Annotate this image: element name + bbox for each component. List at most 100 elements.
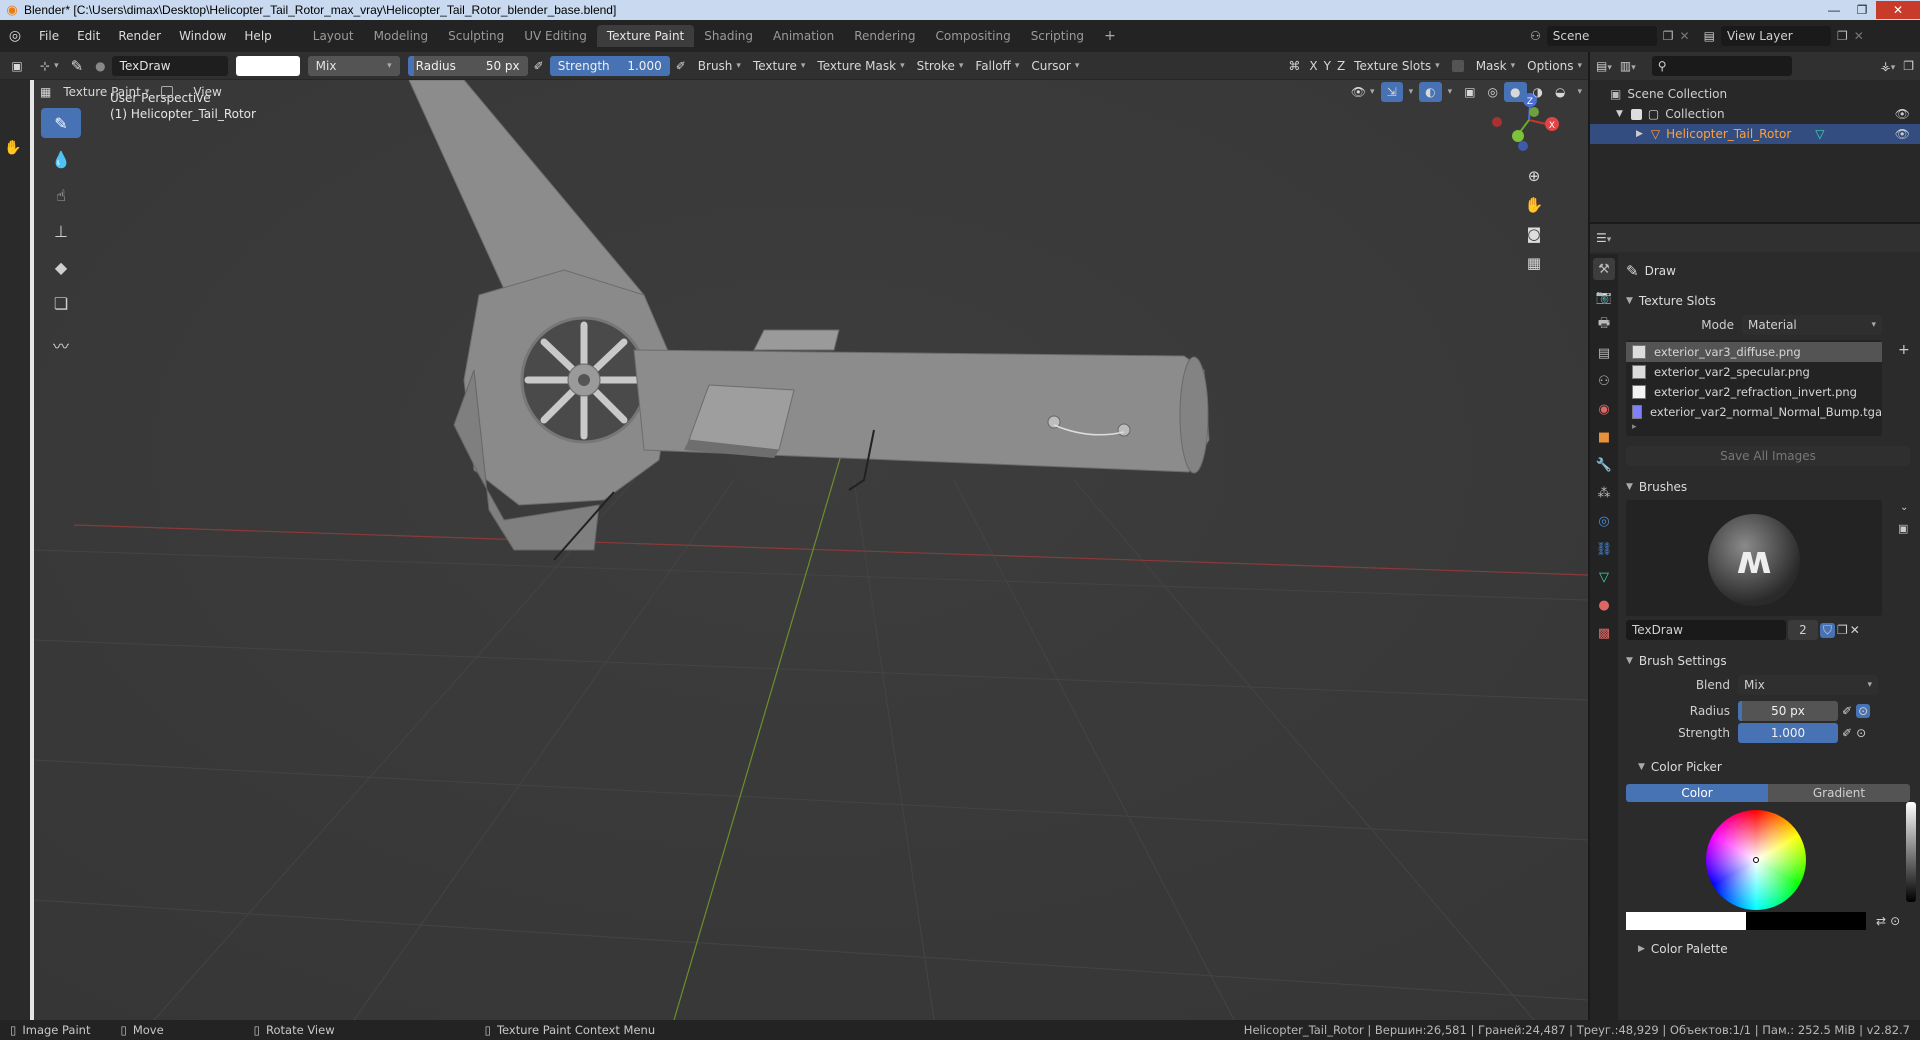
- brush-datablock-name[interactable]: TexDraw: [1626, 620, 1786, 640]
- constraints-tab-icon[interactable]: ⛓: [1593, 538, 1615, 560]
- mask-menu[interactable]: Mask ▾: [1470, 56, 1521, 76]
- tab-sculpting[interactable]: Sculpting: [438, 25, 514, 47]
- gizmo-toggle-icon[interactable]: ⇲: [1380, 82, 1403, 102]
- mode-icon[interactable]: ▦: [34, 82, 57, 102]
- radius-unit-icon[interactable]: ⊙: [1856, 704, 1871, 718]
- tab-layout[interactable]: Layout: [303, 25, 364, 47]
- outliner-object-row[interactable]: ▶ ▽ Helicopter_Tail_Rotor ▽ 👁: [1590, 124, 1920, 144]
- brush-preview[interactable]: ʍ ⌄ ▣: [1626, 500, 1908, 616]
- texture-mask-menu[interactable]: Texture Mask ▾: [811, 56, 910, 76]
- tab-animation[interactable]: Animation: [763, 25, 844, 47]
- texture-slot-item[interactable]: exterior_var2_specular.png: [1626, 362, 1882, 382]
- color-picker-panel-header[interactable]: ▼ Color Picker: [1620, 754, 1920, 780]
- strength-pressure-icon[interactable]: ✐: [670, 56, 692, 76]
- material-tab-icon[interactable]: ●: [1593, 594, 1615, 616]
- texture-mode-dropdown[interactable]: Material ▾: [1742, 315, 1882, 335]
- tab-modeling[interactable]: Modeling: [364, 25, 439, 47]
- clone-tool-icon[interactable]: ⊥: [41, 216, 81, 246]
- radius-pressure-icon[interactable]: ✐: [528, 56, 550, 76]
- output-tab-icon[interactable]: 🖶: [1593, 314, 1615, 336]
- 3d-viewport[interactable]: Z X User Perspective (1) Helicopter_Tail…: [34, 80, 1588, 1020]
- mirror-y-button[interactable]: Y: [1321, 56, 1334, 76]
- collection-visibility-icon[interactable]: 👁: [1895, 107, 1910, 121]
- color-tab[interactable]: Color: [1626, 784, 1768, 802]
- view-layer-field[interactable]: View Layer: [1720, 26, 1831, 46]
- symmetry-icon[interactable]: ⌘: [1282, 56, 1306, 76]
- object-visibility-icon[interactable]: 👁: [1895, 127, 1910, 141]
- unlink-brush-icon[interactable]: ✕: [1850, 623, 1860, 637]
- physics-tab-icon[interactable]: ◎: [1593, 510, 1615, 532]
- cursor-menu[interactable]: Cursor ▾: [1025, 56, 1085, 76]
- display-mode-icon[interactable]: ▥▾: [1620, 59, 1636, 73]
- secondary-color-swatch[interactable]: [1746, 912, 1866, 930]
- ortho-grid-icon[interactable]: ▦: [1521, 250, 1547, 276]
- paint-mask-toggle-icon[interactable]: [155, 82, 179, 102]
- stroke-menu[interactable]: Stroke ▾: [911, 56, 970, 76]
- radius-pressure-prop-icon[interactable]: ✐: [1842, 704, 1852, 718]
- falloff-menu[interactable]: Falloff ▾: [969, 56, 1025, 76]
- texture-slot-item[interactable]: exterior_var3_diffuse.png: [1626, 342, 1882, 362]
- texture-slot-item[interactable]: exterior_var2_refraction_invert.png: [1626, 382, 1882, 402]
- editor-type-icon[interactable]: ▣: [0, 56, 34, 76]
- modifier-tab-icon[interactable]: 🔧: [1593, 454, 1615, 476]
- brush-users-count[interactable]: 2: [1788, 620, 1818, 640]
- texture-slots-panel-header[interactable]: ▼ Texture Slots: [1620, 288, 1920, 314]
- solid-shading-icon[interactable]: ●: [1504, 82, 1527, 102]
- scene-tab-icon[interactable]: ⚇: [1593, 370, 1615, 392]
- options-menu[interactable]: Options ▾: [1521, 56, 1588, 76]
- fake-user-icon[interactable]: ⛉: [1820, 622, 1836, 638]
- mode-dropdown[interactable]: Texture Paint ▾: [57, 82, 155, 102]
- gradient-tab[interactable]: Gradient: [1768, 784, 1910, 802]
- unified-color-icon[interactable]: ⊙: [1890, 914, 1900, 928]
- material-shading-icon[interactable]: ◑: [1527, 82, 1549, 102]
- brush-menu[interactable]: Brush ▾: [692, 56, 747, 76]
- delete-scene-icon[interactable]: ✕: [1680, 29, 1690, 43]
- radius-slider[interactable]: Radius 50 px: [407, 55, 528, 76]
- duplicate-brush-icon[interactable]: ❐: [1837, 623, 1848, 637]
- brush-color-swatch[interactable]: [235, 55, 300, 76]
- strength-unified-icon[interactable]: ⊙: [1856, 726, 1866, 740]
- radius-slider-prop[interactable]: 50 px: [1738, 701, 1838, 721]
- add-workspace-button[interactable]: +: [1094, 25, 1126, 47]
- wireframe-shading-icon[interactable]: ◎: [1482, 82, 1504, 102]
- close-button[interactable]: ✕: [1876, 1, 1920, 19]
- object-expand-icon[interactable]: ▶: [1636, 129, 1643, 139]
- add-texture-slot-button[interactable]: +: [1898, 342, 1910, 436]
- gizmo-menu-icon[interactable]: ▾: [1403, 82, 1420, 102]
- zoom-icon[interactable]: ⊕: [1521, 163, 1547, 189]
- object-tab-icon[interactable]: ■: [1593, 426, 1615, 448]
- collection-checkbox[interactable]: [1630, 108, 1642, 120]
- brush-icon[interactable]: ✎: [65, 56, 90, 76]
- view-layer-tab-icon[interactable]: ▤: [1593, 342, 1615, 364]
- new-scene-icon[interactable]: ❐: [1663, 29, 1674, 43]
- brush-list-toggle-icon[interactable]: ⌄: [1900, 502, 1908, 513]
- draw-tool-icon[interactable]: ✎: [41, 108, 81, 138]
- view-menu[interactable]: View: [187, 82, 227, 102]
- camera-view-icon[interactable]: ◙: [1521, 221, 1547, 247]
- strength-slider-prop[interactable]: 1.000: [1738, 723, 1838, 743]
- tab-rendering[interactable]: Rendering: [844, 25, 925, 47]
- pan-hand-icon[interactable]: ✋: [4, 140, 21, 156]
- menu-render[interactable]: Render: [109, 20, 170, 52]
- primary-color-swatch[interactable]: [1626, 912, 1746, 930]
- visibility-icon[interactable]: 👁 ▾: [1345, 82, 1381, 102]
- strength-slider[interactable]: Strength 1.000: [549, 55, 670, 76]
- xray-icon[interactable]: ▣: [1458, 82, 1481, 102]
- texture-menu[interactable]: Texture ▾: [747, 56, 811, 76]
- new-view-layer-icon[interactable]: ❐: [1837, 29, 1848, 43]
- color-wheel-cursor[interactable]: [1753, 857, 1759, 863]
- tab-compositing[interactable]: Compositing: [925, 25, 1020, 47]
- outliner-collection[interactable]: ▼ ▢ Collection 👁: [1590, 104, 1920, 124]
- fill-tool-icon[interactable]: ◆: [41, 252, 81, 282]
- save-all-images-button[interactable]: Save All Images: [1626, 446, 1910, 466]
- texture-slots-menu[interactable]: Texture Slots ▾: [1348, 56, 1446, 76]
- pan-icon[interactable]: ✋: [1521, 192, 1547, 218]
- new-collection-icon[interactable]: ❐: [1903, 59, 1914, 73]
- blend-mode-dropdown[interactable]: Mix ▾: [307, 55, 400, 76]
- tool-tab-icon[interactable]: ⚒: [1593, 258, 1615, 280]
- list-expand-icon[interactable]: ▸: [1626, 422, 1882, 434]
- color-palette-panel-header[interactable]: ▶ Color Palette: [1620, 936, 1920, 962]
- minimize-button[interactable]: —: [1820, 1, 1848, 19]
- shading-menu-icon[interactable]: ▾: [1571, 82, 1588, 102]
- outliner-editor-icon[interactable]: ▤▾: [1596, 59, 1612, 73]
